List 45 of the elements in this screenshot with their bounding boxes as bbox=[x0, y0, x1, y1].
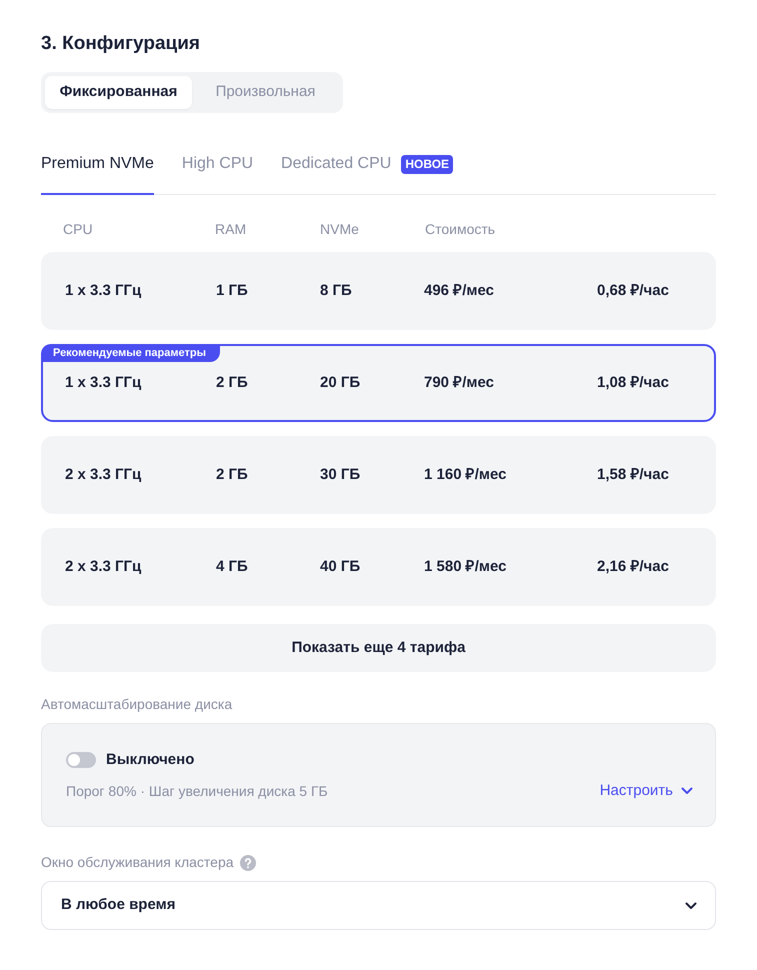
cpu-value: 1 x 3.3 ГГц bbox=[65, 372, 142, 393]
monthly-price: 496 ₽/мес bbox=[424, 280, 495, 301]
chevron-down-icon bbox=[685, 902, 697, 910]
help-icon bbox=[240, 854, 256, 870]
storage-value: 20 ГБ bbox=[320, 372, 362, 393]
show-more-button[interactable]: Показать еще 4 тарифа bbox=[41, 624, 716, 672]
column-header: RAM bbox=[215, 221, 248, 238]
chevron-down-icon bbox=[681, 787, 693, 795]
configure-link[interactable]: Настроить bbox=[600, 780, 693, 802]
monthly-price: 1 580 ₽/мес bbox=[424, 556, 508, 577]
cpu-value: 2 x 3.3 ГГц bbox=[65, 464, 142, 485]
ram-value: 1 ГБ bbox=[216, 280, 249, 301]
column-header: CPU bbox=[63, 221, 94, 238]
section-label: Автомасштабирование диска bbox=[41, 696, 232, 713]
toggle-switch[interactable] bbox=[66, 752, 96, 768]
autoscale-details: Порог 80% · Шаг увеличения диска 5 ГБ bbox=[66, 782, 328, 801]
hourly-price: 1,08 ₽/час bbox=[597, 372, 670, 393]
hourly-price: 2,16 ₽/час bbox=[597, 556, 670, 577]
tariff-row[interactable]: Рекомендуемые параметры 1 x 3.3 ГГц 2 ГБ 20 ГБ 790 ₽/мес 1,08 ₽/час bbox=[41, 344, 716, 422]
hourly-price: 1,58 ₽/час bbox=[597, 464, 670, 485]
storage-value: 8 ГБ bbox=[320, 280, 353, 301]
monthly-price: 790 ₽/мес bbox=[424, 372, 495, 393]
cpu-value: 2 x 3.3 ГГц bbox=[65, 556, 142, 577]
tariff-row[interactable]: 2 x 3.3 ГГц 4 ГБ 40 ГБ 1 580 ₽/мес 2,16 ₽/час bbox=[41, 528, 716, 606]
column-header: Стоимость bbox=[425, 221, 496, 238]
tariff-row[interactable]: 1 x 3.3 ГГц 1 ГБ 8 ГБ 496 ₽/мес 0,68 ₽/час bbox=[41, 252, 716, 330]
maintenance-select[interactable]: В любое время bbox=[41, 881, 716, 930]
mode-tab[interactable]: Фиксированная bbox=[45, 76, 192, 109]
tariff-row[interactable]: 2 x 3.3 ГГц 2 ГБ 30 ГБ 1 160 ₽/мес 1,58 ₽/час bbox=[41, 436, 716, 514]
recommended-badge: Рекомендуемые параметры bbox=[41, 344, 220, 362]
storage-value: 40 ГБ bbox=[320, 556, 362, 577]
tab[interactable]: Premium NVMe bbox=[41, 143, 154, 195]
storage-value: 30 ГБ bbox=[320, 464, 362, 485]
ram-value: 2 ГБ bbox=[216, 372, 249, 393]
hourly-price: 0,68 ₽/час bbox=[597, 280, 670, 301]
tab[interactable]: Dedicated CPU НОВОЕ bbox=[281, 143, 454, 195]
ram-value: 4 ГБ bbox=[216, 556, 249, 577]
field-label: Окно обслуживания кластера bbox=[41, 854, 234, 871]
toggle-label: Выключено bbox=[106, 750, 194, 770]
monthly-price: 1 160 ₽/мес bbox=[424, 464, 508, 485]
section-title: 3. Конфигурация bbox=[41, 33, 201, 55]
new-badge: НОВОЕ bbox=[401, 154, 454, 174]
column-header: NVMe bbox=[320, 221, 360, 238]
cpu-value: 1 x 3.3 ГГц bbox=[65, 280, 142, 301]
ram-value: 2 ГБ bbox=[216, 464, 249, 485]
